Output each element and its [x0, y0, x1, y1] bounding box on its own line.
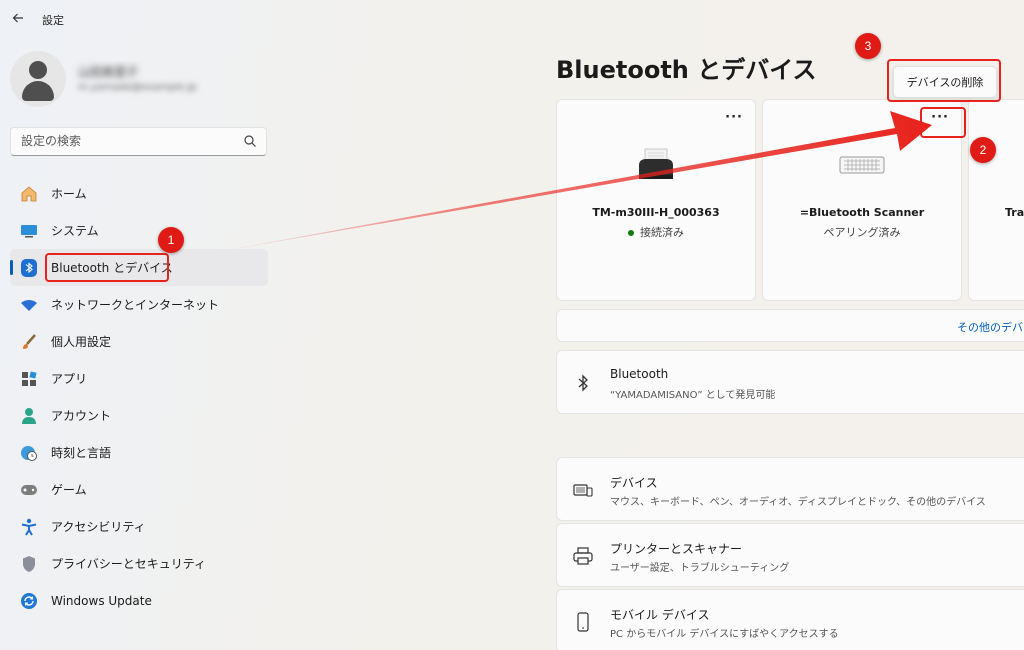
highlight-more-button	[920, 107, 966, 138]
highlight-remove-button	[887, 59, 1001, 102]
step-badge-1: 1	[158, 227, 184, 253]
annotation-arrow	[200, 111, 932, 255]
highlight-bluetooth-menu	[45, 253, 169, 282]
step-badge-2: 2	[970, 137, 996, 163]
step-badge-3: 3	[855, 33, 881, 59]
